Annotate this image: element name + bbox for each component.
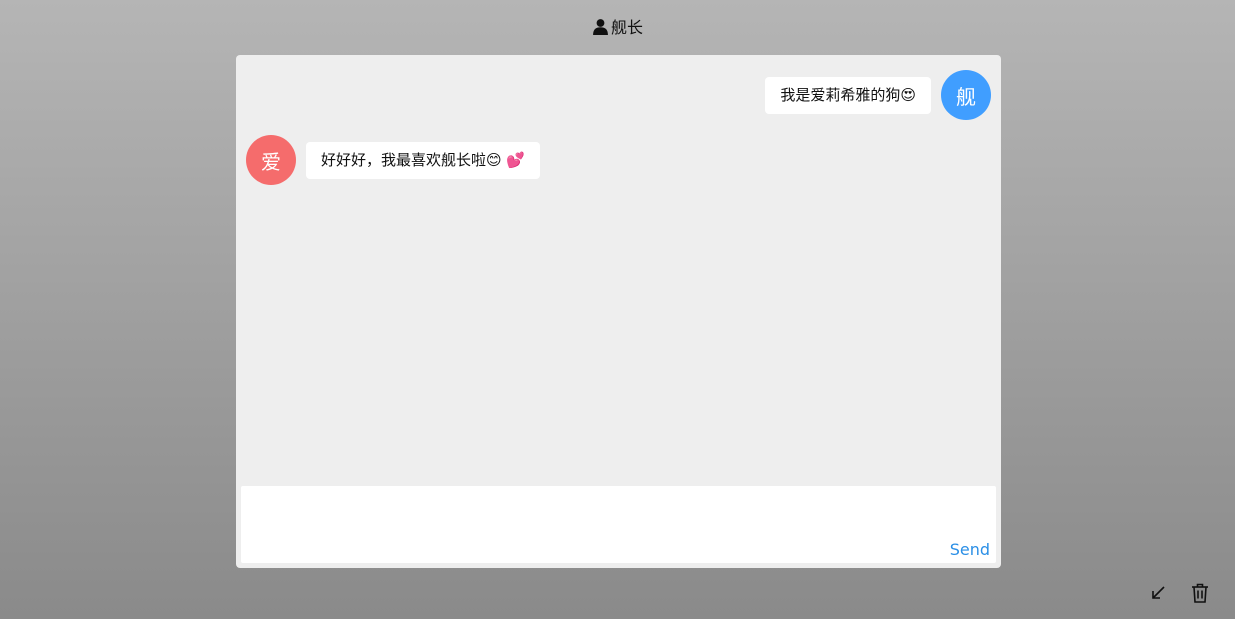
message-self: 舰 我是爱莉希雅的狗😍: [765, 70, 991, 120]
clear-chat-button[interactable]: [1189, 583, 1211, 605]
message-list[interactable]: 舰 我是爱莉希雅的狗😍 爱 好好好，我最喜欢舰长啦😊 💕: [236, 55, 1001, 480]
send-button[interactable]: Send: [950, 540, 990, 559]
message-other: 爱 好好好，我最喜欢舰长啦😊 💕: [246, 135, 541, 185]
page-title: 舰长: [610, 18, 643, 37]
avatar-self: 舰: [941, 70, 991, 120]
minimize-button[interactable]: [1147, 583, 1169, 605]
chat-header: 舰长: [0, 14, 1235, 38]
avatar-other: 爱: [246, 135, 296, 185]
arrow-down-left-icon: [1150, 585, 1166, 604]
user-icon: [592, 18, 609, 35]
message-input[interactable]: [241, 486, 921, 563]
chat-window: 舰 我是爱莉希雅的狗😍 爱 好好好，我最喜欢舰长啦😊 💕 Send: [236, 55, 1001, 568]
corner-toolbar: [1147, 583, 1211, 605]
trash-icon: [1191, 583, 1209, 606]
composer: Send: [241, 486, 996, 563]
message-bubble: 我是爱莉希雅的狗😍: [765, 76, 931, 114]
message-bubble: 好好好，我最喜欢舰长啦😊 💕: [306, 141, 541, 179]
